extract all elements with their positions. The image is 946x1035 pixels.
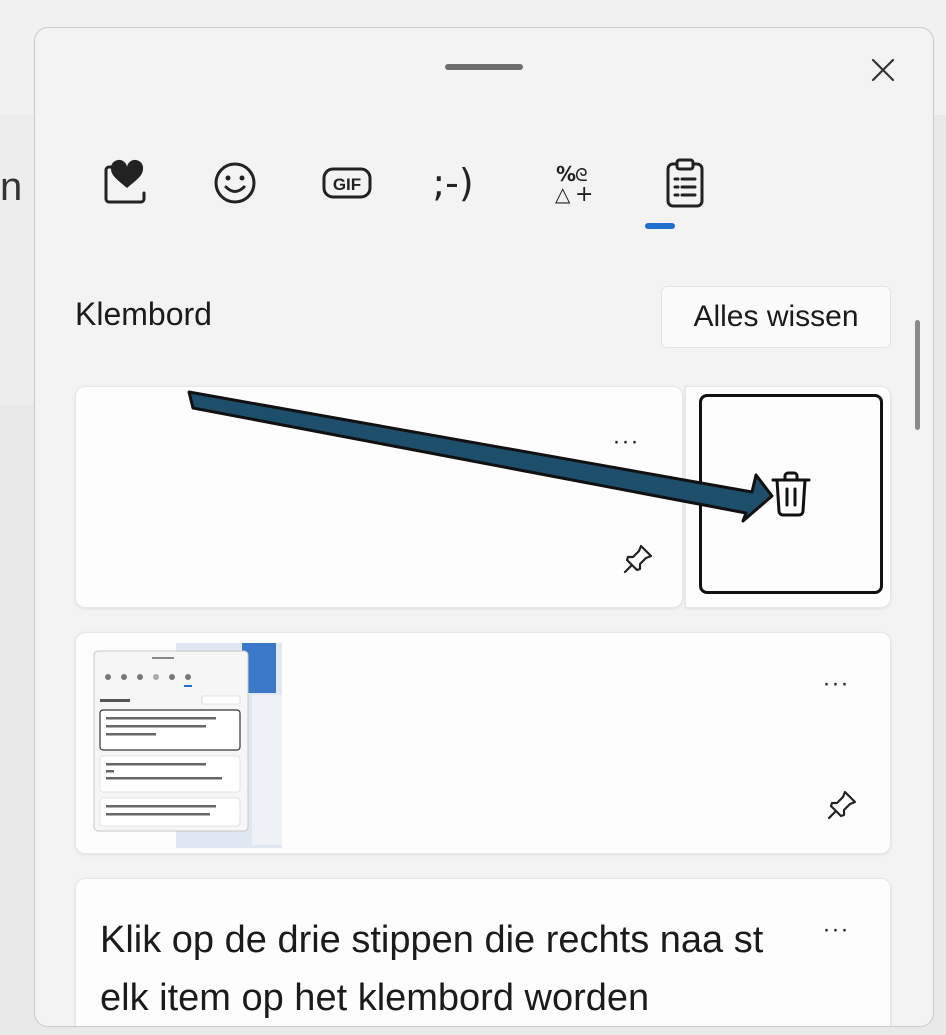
clipboard-item-text[interactable]: Klik op de drie stippen die rechts naa s… [75, 878, 891, 1026]
symbols-icon: % ᘓ △ + [555, 162, 593, 207]
tab-clipboard[interactable] [645, 143, 725, 223]
clear-all-button[interactable]: Alles wissen [661, 286, 891, 348]
heart-icon [104, 159, 146, 204]
category-tabs: GIF ;-) % ᘓ △ + [85, 143, 725, 243]
smiley-icon [214, 162, 256, 204]
tab-kaomoji[interactable]: ;-) [413, 143, 493, 223]
scrollbar[interactable] [915, 320, 920, 430]
tab-symbols[interactable]: % ᘓ △ + [531, 143, 611, 223]
more-options-button[interactable]: ··· [604, 427, 648, 457]
more-options-button[interactable]: ··· [814, 915, 858, 945]
screenshot-thumbnail [93, 643, 282, 848]
pin-button[interactable] [616, 537, 660, 581]
delete-button[interactable] [699, 394, 883, 594]
tab-gif[interactable]: GIF [307, 143, 387, 223]
section-title: Klembord [75, 296, 212, 332]
kaomoji-icon: ;-) [432, 161, 474, 205]
tab-emoji[interactable] [195, 143, 275, 223]
clipboard-item-empty[interactable]: ··· [75, 386, 683, 608]
svg-text:△: △ [555, 182, 571, 206]
trash-icon [771, 471, 811, 517]
clipboard-item-text-content: Klik op de drie stippen die rechts naa s… [100, 919, 764, 1019]
pin-icon [827, 790, 857, 820]
pin-button[interactable] [820, 783, 864, 827]
gif-icon: GIF [322, 167, 372, 199]
tab-favorites[interactable] [85, 143, 165, 223]
svg-text:+: + [575, 182, 593, 207]
more-options-button[interactable]: ··· [814, 669, 858, 699]
close-button[interactable] [861, 48, 905, 92]
emoji-clipboard-panel: GIF ;-) % ᘓ △ + Klembord Alles wissen ·· [34, 27, 934, 1027]
svg-text:GIF: GIF [333, 175, 361, 194]
clipboard-item-image[interactable]: ··· [75, 632, 891, 854]
background-text: n [0, 165, 23, 209]
selected-tab-indicator [645, 223, 675, 229]
close-icon [871, 58, 895, 82]
clipboard-icon [666, 158, 704, 208]
pin-icon [623, 544, 653, 574]
drag-handle[interactable] [445, 64, 523, 70]
